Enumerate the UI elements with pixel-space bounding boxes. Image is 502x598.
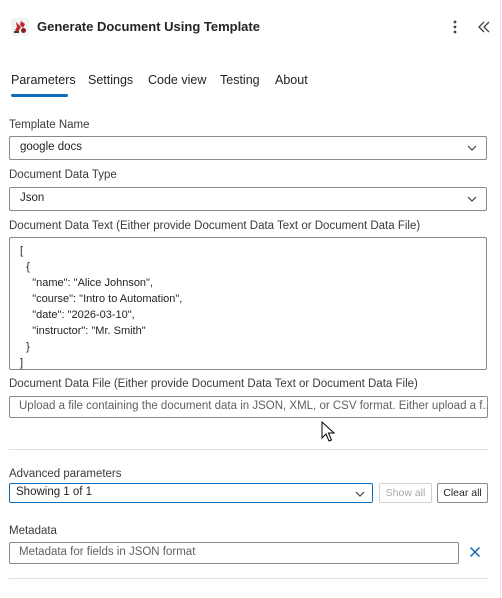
tab-about[interactable]: About xyxy=(275,73,308,87)
remove-metadata-button[interactable] xyxy=(467,544,483,560)
template-name-value: google docs xyxy=(20,141,83,153)
document-data-file-input[interactable]: Upload a file containing the document da… xyxy=(9,396,488,418)
advanced-parameters-value: Showing 1 of 1 xyxy=(16,486,93,498)
active-tab-indicator xyxy=(11,94,68,97)
close-icon xyxy=(469,546,481,558)
parameters-panel: Generate Document Using Template Paramet… xyxy=(0,0,501,598)
document-data-text-label: Document Data Text (Either provide Docum… xyxy=(9,220,421,232)
more-options-button[interactable] xyxy=(447,16,463,38)
template-name-select[interactable]: google docs xyxy=(9,136,487,160)
metadata-input[interactable]: Metadata for fields in JSON format xyxy=(9,542,459,564)
template-app-icon xyxy=(11,18,29,36)
mouse-pointer-icon xyxy=(321,421,336,442)
advanced-parameters-label: Advanced parameters xyxy=(9,468,122,480)
metadata-label: Metadata xyxy=(9,525,57,537)
tab-settings[interactable]: Settings xyxy=(88,73,133,87)
document-data-file-placeholder: Upload a file containing the document da… xyxy=(19,400,488,412)
document-data-file-label: Document Data File (Either provide Docum… xyxy=(9,378,418,390)
metadata-placeholder: Metadata for fields in JSON format xyxy=(19,546,196,558)
chevron-down-icon xyxy=(467,145,477,151)
document-data-text-area[interactable]: [ { "name": "Alice Johnson", "course": "… xyxy=(9,237,487,370)
tab-parameters[interactable]: Parameters xyxy=(11,73,76,87)
section-divider xyxy=(9,449,488,450)
document-data-type-label: Document Data Type xyxy=(9,169,117,181)
tab-testing[interactable]: Testing xyxy=(220,73,260,87)
section-divider xyxy=(9,578,488,579)
tab-code-view[interactable]: Code view xyxy=(148,73,206,87)
document-data-text-value: [ { "name": "Alice Johnson", "course": "… xyxy=(20,245,183,369)
show-all-button[interactable]: Show all xyxy=(379,483,432,503)
double-chevron-left-icon xyxy=(478,21,490,33)
more-vertical-icon xyxy=(453,20,457,34)
chevron-down-icon xyxy=(355,491,365,497)
panel-header: Generate Document Using Template xyxy=(0,0,500,52)
document-data-type-select[interactable]: Json xyxy=(9,187,487,211)
advanced-parameters-select[interactable]: Showing 1 of 1 xyxy=(9,483,373,503)
template-name-label: Template Name xyxy=(9,119,90,131)
chevron-down-icon xyxy=(467,196,477,202)
document-data-type-value: Json xyxy=(20,192,45,204)
clear-all-button[interactable]: Clear all xyxy=(437,483,488,503)
panel-title: Generate Document Using Template xyxy=(37,19,260,34)
collapse-panel-button[interactable] xyxy=(474,16,494,38)
